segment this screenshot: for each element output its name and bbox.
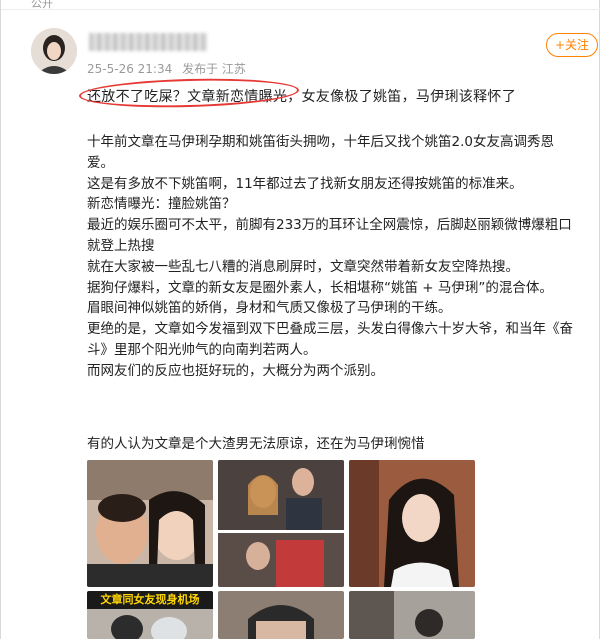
paragraph-line: 就在大家被一些乱七八糟的消息刷屏时，文章突然带着新女友空降热搜。 (87, 258, 519, 275)
photo-airport[interactable]: 文章同女友现身机场 (87, 591, 213, 639)
paragraph-line: 爱。 (87, 154, 114, 171)
photo-caption: 文章同女友现身机场 (87, 591, 213, 609)
paragraph-line: 斗》里那个阳光帅气的向南判若两人。 (87, 341, 317, 358)
photo-street[interactable] (349, 591, 475, 639)
post-meta: 25-5-26 21:34 发布于 江苏 (87, 60, 252, 77)
top-bar: 公开 (1, 0, 600, 10)
follow-button[interactable]: +关注 (546, 33, 598, 57)
paragraph-line: 眉眼间神似姚笛的娇俏，身材和气质又像极了马伊琍的干练。 (87, 300, 452, 317)
paragraph-line: 更绝的是，文章如今发福到双下巴叠成三层，头发白得像六十岁大爷，和当年《奋 (87, 321, 573, 338)
photo-grid: 文章同女友现身机场 (87, 460, 479, 639)
paragraph-line: 据狗仔爆料，文章的新女友是圈外素人，长相堪称“姚笛 + 马伊琍”的混合体。 (87, 279, 553, 296)
photo-portrait[interactable] (349, 460, 475, 587)
paragraph-line: 而网友们的反应也挺好玩的，大概分为两个派别。 (87, 362, 384, 379)
post-card: 公开 25-5-26 21:34 发布于 江苏 +关注 还放不了吃屎？文章新恋情… (0, 0, 600, 639)
photo-collage[interactable] (218, 460, 344, 587)
visibility-label: 公开 (31, 0, 53, 10)
post-location: 发布于 江苏 (182, 62, 246, 76)
post-timestamp: 25-5-26 21:34 (87, 62, 173, 76)
paragraph-line: 十年前文章在马伊琍孕期和姚笛街头拥吻，十年后又找个姚笛2.0女友高调秀恩 (87, 134, 554, 150)
paragraph-line: 就登上热搜 (87, 237, 155, 254)
lead-line: 有的人认为文章是个大渣男无法原谅，还在为马伊琍惋惜 (87, 436, 425, 452)
photo-cap-man[interactable] (218, 591, 344, 639)
post-body: 十年前文章在马伊琍孕期和姚笛街头拥吻，十年后又找个姚笛2.0女友高调秀恩 爱。 … (87, 132, 592, 382)
avatar-image (31, 28, 77, 74)
avatar[interactable] (31, 28, 77, 74)
username-blurred[interactable] (89, 33, 207, 51)
paragraph-line: 最近的娱乐圈可不太平，前脚有233万的耳环让全网震惊，后脚赵丽颖微博爆粗口 (87, 217, 572, 234)
paragraph-line: 这是有多放不下姚笛啊，11年都过去了找新女朋友还得按姚笛的标准来。 (87, 175, 523, 192)
paragraph-line: 新恋情曝光：撞脸姚笛？ (87, 196, 236, 213)
photo-couple[interactable] (87, 460, 213, 587)
